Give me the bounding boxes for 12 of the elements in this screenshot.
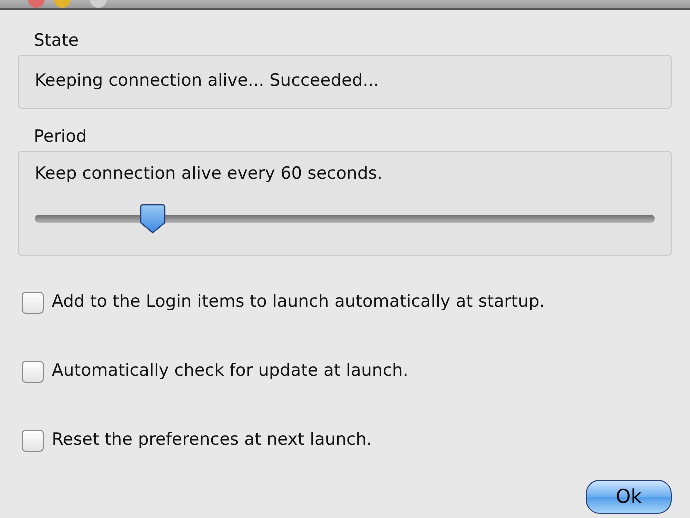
section-label: Period [34, 126, 88, 148]
section-label: State [34, 30, 80, 52]
checkbox[interactable] [22, 360, 44, 382]
checkbox[interactable] [22, 292, 44, 314]
slider-thumb[interactable] [140, 204, 166, 234]
status-text: Keeping connection alive... Succeeded... [35, 71, 380, 91]
period-text: Keep connection alive every 60 seconds. [35, 164, 383, 184]
checkbox-label[interactable]: Add to the Login items to launch automatically at startup. [52, 290, 546, 316]
ok-button[interactable]: Ok [586, 480, 672, 514]
checkbox-label[interactable]: Automatically check for update at launch. [52, 358, 408, 384]
checkbox-label[interactable]: Reset the preferences at next launch. [52, 428, 372, 454]
checkbox[interactable] [22, 430, 44, 452]
